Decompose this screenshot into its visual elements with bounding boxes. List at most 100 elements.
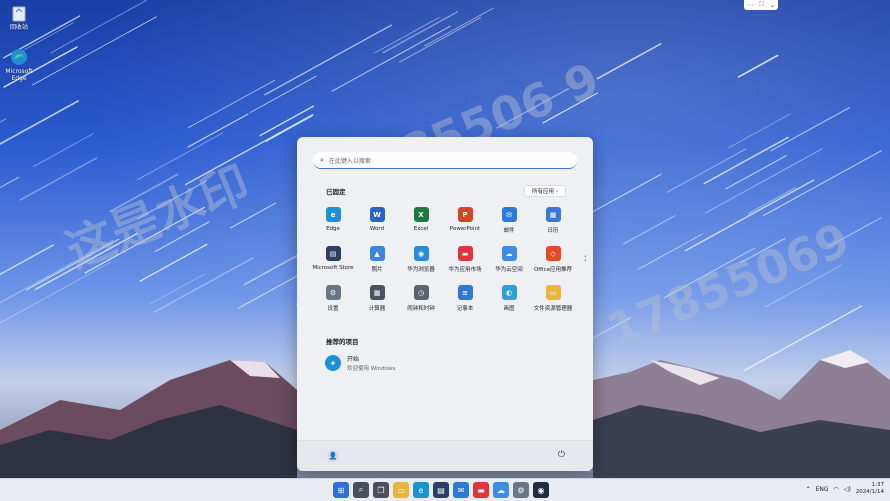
notepad-icon: ≡: [457, 285, 473, 300]
pinned-app-label: Edge: [326, 226, 340, 232]
pinned-app-label: Office应用推荐: [533, 267, 573, 273]
pinned-app[interactable]: W Word: [355, 205, 399, 244]
edge-icon: [10, 48, 28, 66]
pinned-app-label: 闹钟和时钟: [407, 306, 435, 312]
office-icon: ◇: [545, 246, 561, 261]
taskbar: ⊞ ⌕ ❐ ▭ e ▤ ✉ ▬ ☁ ⚙ ◉ ⌃ ENG ◠ ◁) 1:37 2024/1/14: [0, 478, 890, 501]
pinned-app[interactable]: ◉ 华为浏览器: [399, 244, 443, 283]
system-tray: ⌃ ENG ◠ ◁) 1:37 2024/1/14: [806, 482, 884, 496]
recycle-bin-icon: [10, 4, 28, 22]
pinned-app-label: 设置: [327, 306, 339, 312]
pinned-app[interactable]: ◇ Office应用推荐: [531, 244, 575, 283]
clock-date: 2024/1/14: [855, 489, 884, 495]
pinned-title: 已固定: [326, 188, 346, 196]
pinned-app[interactable]: ▲ 照片: [355, 244, 399, 283]
edge-icon: e: [325, 207, 341, 222]
huawei-appstore-icon[interactable]: ▬: [473, 482, 489, 498]
search-icon[interactable]: ⌕: [353, 482, 369, 498]
pinned-app-label: 文件资源管理器: [533, 306, 573, 312]
huawei-cloud-icon: ☁: [501, 246, 517, 261]
fullscreen-icon[interactable]: ⛶: [759, 1, 763, 9]
all-apps-button[interactable]: 所有应用 ›: [524, 185, 566, 197]
get-started-icon: ✦: [325, 355, 341, 371]
file-explorer-icon[interactable]: ▭: [393, 482, 409, 498]
powerpoint-icon: P: [457, 207, 473, 222]
recommended-item-title: 开始: [347, 356, 360, 363]
taskbar-icons: ⊞ ⌕ ❐ ▭ e ▤ ✉ ▬ ☁ ⚙ ◉: [333, 482, 549, 498]
store-icon: ▤: [325, 246, 341, 261]
clock-time: 1:37: [871, 482, 884, 488]
desktop-icon-label: 回收站: [9, 24, 28, 31]
windows-start-icon[interactable]: ⊞: [333, 482, 349, 498]
clock-icon: ◷: [413, 285, 429, 300]
chevron-down-icon[interactable]: ⌄: [770, 2, 775, 9]
power-icon[interactable]: ⏻: [558, 450, 565, 460]
paint-icon: ◐: [501, 285, 517, 300]
volume-icon[interactable]: ◁): [844, 486, 851, 493]
desktop-icon-label: Microsoft Edge: [5, 68, 33, 82]
recommended-title: 推荐的项目: [326, 338, 359, 346]
calendar-icon: ▦: [545, 207, 561, 222]
pinned-app[interactable]: ◷ 闹钟和时钟: [399, 283, 443, 322]
pinned-app-label: Microsoft Store: [312, 265, 354, 271]
huawei-cloud-icon[interactable]: ☁: [493, 482, 509, 498]
pinned-app-label: 日历: [547, 228, 559, 234]
language-indicator[interactable]: ENG: [816, 486, 829, 493]
pinned-app[interactable]: ▭ 文件资源管理器: [531, 283, 575, 322]
desktop-icon-edge[interactable]: Microsoft Edge: [0, 48, 38, 82]
pinned-app[interactable]: ⚙ 设置: [311, 283, 355, 322]
settings-icon[interactable]: ⚙: [513, 482, 529, 498]
pinned-app[interactable]: e Edge: [311, 205, 355, 244]
pinned-app-label: Word: [369, 226, 385, 232]
page-indicator[interactable]: • •: [584, 255, 587, 264]
pinned-app-label: 照片: [371, 267, 383, 273]
pinned-app[interactable]: X Excel: [399, 205, 443, 244]
calculator-icon: ▦: [369, 285, 385, 300]
pinned-app[interactable]: ▦ 日历: [531, 205, 575, 244]
clock[interactable]: 1:37 2024/1/14: [856, 482, 884, 496]
search-input[interactable]: ⌕ 在此键入以搜索: [313, 152, 577, 169]
mail-icon[interactable]: ✉: [453, 482, 469, 498]
edge-icon[interactable]: e: [413, 482, 429, 498]
desktop-icon-recycle-bin[interactable]: 回收站: [0, 4, 38, 31]
recommended-item[interactable]: ✦ 开始 欢迎使用 Windows: [325, 354, 395, 372]
pinned-app-label: 记事本: [456, 306, 474, 312]
file-explorer-icon: ▭: [545, 285, 561, 300]
pinned-app[interactable]: ◐ 画图: [487, 283, 531, 322]
pinned-app-label: 华为应用市场: [448, 267, 482, 273]
pinned-app[interactable]: ≡ 记事本: [443, 283, 487, 322]
more-icon[interactable]: ⋯: [747, 2, 753, 9]
huawei-browser-icon: ◉: [413, 246, 429, 261]
search-placeholder: 在此键入以搜索: [328, 157, 371, 165]
excel-icon: X: [413, 207, 429, 222]
pinned-app-label: 邮件: [503, 228, 515, 234]
photos-icon: ▲: [369, 246, 385, 261]
store-icon[interactable]: ▤: [433, 482, 449, 498]
desktop-top-widget[interactable]: ⋯ ⛶ ⌄: [744, 0, 778, 10]
pinned-app[interactable]: ✉ 邮件: [487, 205, 531, 244]
screen-capture-icon[interactable]: ◉: [533, 482, 549, 498]
pinned-app[interactable]: P PowerPoint: [443, 205, 487, 244]
settings-icon: ⚙: [325, 285, 341, 300]
start-footer: 👤 ⏻: [297, 440, 593, 471]
pinned-app[interactable]: ▦ 计算器: [355, 283, 399, 322]
pinned-app-label: 华为浏览器: [407, 267, 435, 273]
pinned-app-label: Excel: [413, 226, 429, 232]
pinned-app[interactable]: ▤ Microsoft Store: [311, 244, 355, 283]
pinned-app[interactable]: ▬ 华为应用市场: [443, 244, 487, 283]
desktop: 回收站 Microsoft Edge 这是水印 785506 9 1785506…: [0, 0, 890, 478]
word-icon: W: [369, 207, 385, 222]
pinned-app-label: PowerPoint: [449, 226, 481, 232]
huawei-appstore-icon: ▬: [457, 246, 473, 261]
mail-icon: ✉: [501, 207, 517, 222]
user-icon[interactable]: 👤: [327, 450, 339, 462]
pinned-app-label: 华为云空间: [495, 267, 523, 273]
pinned-app-label: 画图: [503, 306, 515, 312]
chevron-up-icon[interactable]: ⌃: [806, 486, 811, 493]
pinned-app-label: 计算器: [368, 306, 386, 312]
task-view-icon[interactable]: ❐: [373, 482, 389, 498]
pinned-apps-grid: e Edge W Word X Excel P PowerPoint ✉ 邮件 ▦ 日历 ▤ Micros…: [311, 205, 575, 322]
search-icon: ⌕: [320, 155, 324, 164]
pinned-app[interactable]: ☁ 华为云空间: [487, 244, 531, 283]
network-icon[interactable]: ◠: [834, 486, 839, 493]
